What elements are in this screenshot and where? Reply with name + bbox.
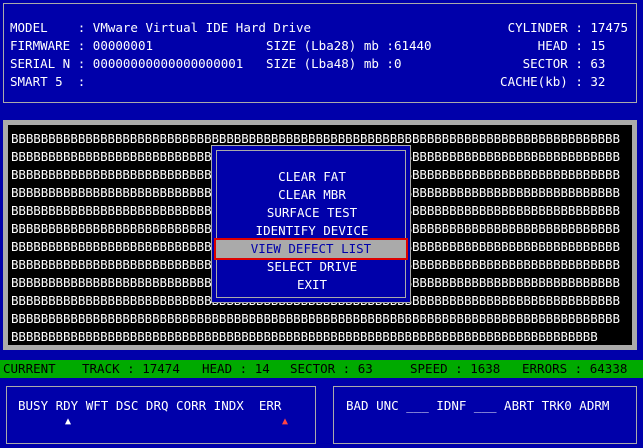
status-head-label: HEAD : (202, 361, 248, 376)
menu-item-view-defect-list[interactable]: VIEW DEFECT LIST (214, 238, 408, 260)
menu-item-identify-device[interactable]: IDENTIFY DEVICE (217, 222, 407, 240)
drive-info-panel: MODEL : VMware Virtual IDE Hard Drive FI… (3, 3, 637, 103)
menu-item-surface-test[interactable]: SURFACE TEST (217, 204, 407, 222)
rdy-indicator-icon: ▲ (65, 416, 72, 427)
size48-label: SIZE (Lba48) mb (266, 56, 379, 71)
status-bar: CURRENT TRACK : 17474 HEAD : 14 SECTOR :… (0, 360, 643, 378)
sector-row: SECTOR : 63 (523, 55, 628, 73)
sector-value: : 63 (575, 56, 606, 71)
error-flags-labels: BAD UNC ___ IDNF ___ ABRT TRK0 ADRM (346, 398, 610, 413)
head-label: HEAD (537, 38, 568, 53)
firmware-label: FIRMWARE (10, 38, 71, 53)
menu-item-select-drive[interactable]: SELECT DRIVE (217, 258, 407, 276)
serial-value: : 00000000000000000001 (77, 56, 244, 71)
menu-item-clear-mbr[interactable]: CLEAR MBR (217, 186, 407, 204)
smart-row: SMART 5 : (10, 73, 85, 91)
firmware-row: FIRMWARE : 00000001 (10, 37, 153, 55)
cache-value: : 32 (575, 74, 606, 89)
firmware-value: : 00000001 (77, 38, 154, 53)
main-menu-border: CLEAR FAT CLEAR MBR SURFACE TEST IDENTIF… (214, 150, 408, 298)
status-flags-labels: BUSY RDY WFT DSC DRQ CORR INDX ERR (18, 398, 282, 413)
status-flag-markers: ▲ ▲ (7, 417, 315, 431)
menu-item-exit[interactable]: EXIT (217, 276, 407, 294)
main-menu: CLEAR FAT CLEAR MBR SURFACE TEST IDENTIF… (211, 145, 411, 303)
status-speed: SPEED : 1638 (410, 360, 500, 378)
status-head: HEAD : 14 (202, 360, 270, 378)
status-current-label: CURRENT (3, 361, 56, 376)
ata-status-register-panel: BUSY RDY WFT DSC DRQ CORR INDX ERR ▲ ▲ (6, 386, 316, 444)
status-errors-label: ERRORS : (522, 361, 583, 376)
status-track-label: TRACK : (82, 361, 135, 376)
model-label: MODEL (10, 20, 48, 35)
status-sector: SECTOR : 63 (290, 360, 373, 378)
err-indicator-icon: ▲ (282, 416, 289, 427)
head-value: : 15 (575, 38, 606, 53)
status-speed-label: SPEED : (410, 361, 463, 376)
cache-label: CACHE(kb) (500, 74, 568, 89)
cylinder-row: CYLINDER : 17475 (508, 19, 628, 37)
cylinder-label: CYLINDER (507, 20, 568, 35)
serial-label: SERIAL N (10, 56, 71, 71)
sector-label: SECTOR (522, 56, 568, 71)
size28-label: SIZE (Lba28) mb (266, 38, 379, 53)
smart-value: : (77, 74, 86, 89)
head-row: HEAD : 15 (538, 37, 628, 55)
model-value: : VMware Virtual IDE Hard Drive (77, 20, 312, 35)
status-speed-value: 1638 (470, 361, 501, 376)
cache-row: CACHE(kb) : 32 (500, 73, 628, 91)
size48-row: SIZE (Lba48) mb :0 (266, 55, 401, 73)
status-head-value: 14 (254, 361, 270, 376)
status-sector-label: SECTOR : (290, 361, 351, 376)
status-sector-value: 63 (357, 361, 373, 376)
menu-item-clear-fat[interactable]: CLEAR FAT (217, 168, 407, 186)
model-row: MODEL : VMware Virtual IDE Hard Drive (10, 19, 311, 37)
smart-label: SMART 5 (10, 74, 63, 89)
size28-value: :61440 (386, 38, 432, 53)
ata-error-register-panel: BAD UNC ___ IDNF ___ ABRT TRK0 ADRM (333, 386, 637, 444)
status-errors-value: 64338 (589, 361, 628, 376)
size48-value: :0 (386, 56, 402, 71)
serial-row: SERIAL N : 00000000000000000001 (10, 55, 243, 73)
status-track-value: 17474 (142, 361, 180, 376)
status-errors: ERRORS : 64338 (522, 360, 627, 378)
size28-row: SIZE (Lba28) mb :61440 (266, 37, 432, 55)
status-track: TRACK : 17474 (82, 360, 180, 378)
cylinder-value: : 17475 (575, 20, 628, 35)
